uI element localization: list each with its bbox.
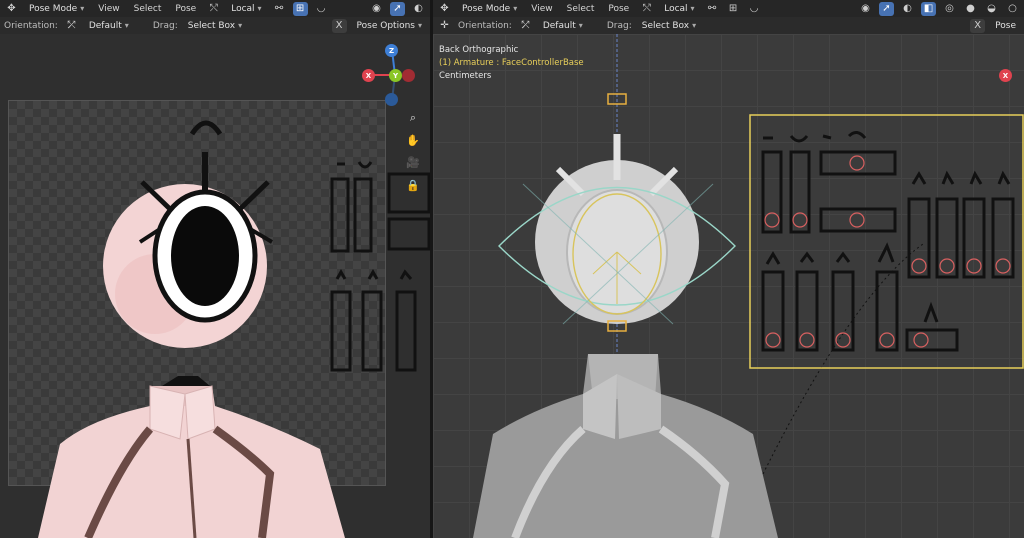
right-viewport[interactable]: Back Orthographic (1) Armature : FaceCon… (433, 0, 1024, 538)
transform-orientation-dropdown[interactable]: Local ▾ (660, 3, 698, 15)
left-viewport[interactable]: ✥ Pose Mode ▾ View Select Pose ⤲ Local ▾ ⚯… (0, 0, 430, 538)
transform-tool-icon[interactable]: ✛ (437, 19, 452, 33)
chevron-down-icon: ▾ (690, 3, 695, 13)
view-name-text: Back Orthographic (439, 45, 519, 55)
menu-view[interactable]: View (527, 3, 556, 15)
menu-select[interactable]: Select (563, 3, 599, 15)
gizmo-neg-x-axis[interactable] (402, 69, 415, 82)
gizmo-z-axis[interactable]: Z (385, 44, 398, 57)
chevron-down-icon: ▾ (692, 20, 697, 30)
camera-icon[interactable]: 🎥 (404, 153, 422, 171)
proportional-icon[interactable]: ◡ (314, 2, 329, 16)
shading-rendered-icon[interactable]: ○ (1005, 2, 1020, 16)
tool-settings-bar: Orientation: ⤱ Default ▾ Drag: Select Box… (0, 17, 430, 34)
active-object-text: (1) Armature : FaceControllerBase (439, 58, 584, 68)
drag-dropdown[interactable]: Select Box ▾ (184, 20, 246, 32)
mode-dropdown[interactable]: Pose Mode ▾ (458, 3, 521, 15)
pose-options-dropdown[interactable]: Pose Options ▾ (353, 20, 426, 32)
chevron-down-icon: ▾ (578, 20, 583, 30)
gizmo-neg-z-axis[interactable] (385, 93, 398, 106)
chevron-down-icon: ▾ (417, 20, 422, 30)
viewport-header: ✥ Pose Mode ▾ View Select Pose ⤲ Local ▾ ⚯… (433, 0, 1024, 17)
editor-type-icon[interactable]: ✥ (4, 2, 19, 16)
pan-hand-icon[interactable]: ✋ (404, 131, 422, 149)
transform-orientation-icon: ⤲ (642, 3, 651, 14)
x-axis-lock-button[interactable]: X (970, 18, 986, 33)
pose-options-dropdown[interactable]: Pose (991, 20, 1020, 32)
snap-icon[interactable]: ⊞ (726, 2, 741, 16)
orientation-dropdown[interactable]: Default ▾ (85, 20, 147, 32)
shading-solid-icon[interactable]: ● (963, 2, 978, 16)
face-controller-base[interactable] (749, 114, 1024, 369)
xray-icon[interactable]: ◧ (921, 1, 936, 16)
gizmo-toggle-icon[interactable]: ➚ (390, 1, 405, 16)
overlay-icon[interactable]: ◐ (411, 2, 426, 16)
chevron-down-icon: ▾ (513, 3, 518, 13)
menu-pose[interactable]: Pose (171, 3, 200, 15)
pivot-icon[interactable]: ⚯ (705, 2, 720, 16)
tool-settings-bar: ✛ Orientation: ⤱ Default ▾ Drag: Select B… (433, 17, 1024, 34)
snap-icon[interactable]: ⊞ (292, 1, 308, 16)
drag-label: Drag: (606, 20, 632, 31)
proportional-icon[interactable]: ◡ (747, 2, 762, 16)
drag-dropdown[interactable]: Select Box ▾ (638, 20, 700, 32)
zoom-icon[interactable]: ⌕ (404, 109, 422, 127)
shading-wireframe-icon[interactable]: ◎ (942, 2, 957, 16)
orientation-icon: ⤱ (521, 20, 530, 31)
chevron-down-icon: ▾ (257, 3, 262, 13)
orientation-dropdown[interactable]: Default ▾ (539, 20, 601, 32)
gizmo-x-axis[interactable]: X (999, 69, 1012, 82)
chevron-down-icon: ▾ (80, 3, 85, 13)
chevron-down-icon: ▾ (238, 20, 243, 30)
menu-select[interactable]: Select (130, 3, 166, 15)
overlay-icon[interactable]: ◐ (900, 2, 915, 16)
mode-dropdown[interactable]: Pose Mode ▾ (25, 3, 88, 15)
menu-view[interactable]: View (94, 3, 123, 15)
drag-label: Drag: (152, 20, 178, 31)
gizmo-toggle-icon[interactable]: ➚ (879, 1, 894, 16)
orientation-label: Orientation: (4, 20, 58, 31)
transform-orientation-dropdown[interactable]: Local ▾ (227, 3, 265, 15)
visibility-icon[interactable]: ◉ (369, 2, 384, 16)
gizmo-y-axis[interactable]: Y (389, 69, 402, 82)
units-text: Centimeters (439, 71, 492, 81)
transform-orientation-icon: ⤲ (209, 3, 218, 14)
x-axis-lock-button[interactable]: X (331, 18, 347, 33)
gizmo-x-axis[interactable]: X (362, 69, 375, 82)
menu-pose[interactable]: Pose (604, 3, 633, 15)
chevron-down-icon: ▾ (124, 20, 129, 30)
viewport-header: ✥ Pose Mode ▾ View Select Pose ⤲ Local ▾ ⚯… (0, 0, 430, 17)
editor-type-icon[interactable]: ✥ (437, 2, 452, 16)
orientation-icon: ⤱ (67, 20, 76, 31)
orientation-label: Orientation: (458, 20, 512, 31)
shading-material-icon[interactable]: ◒ (984, 2, 999, 16)
visibility-icon[interactable]: ◉ (858, 2, 873, 16)
lock-icon[interactable]: 🔒 (404, 176, 422, 194)
pivot-icon[interactable]: ⚯ (272, 2, 287, 16)
